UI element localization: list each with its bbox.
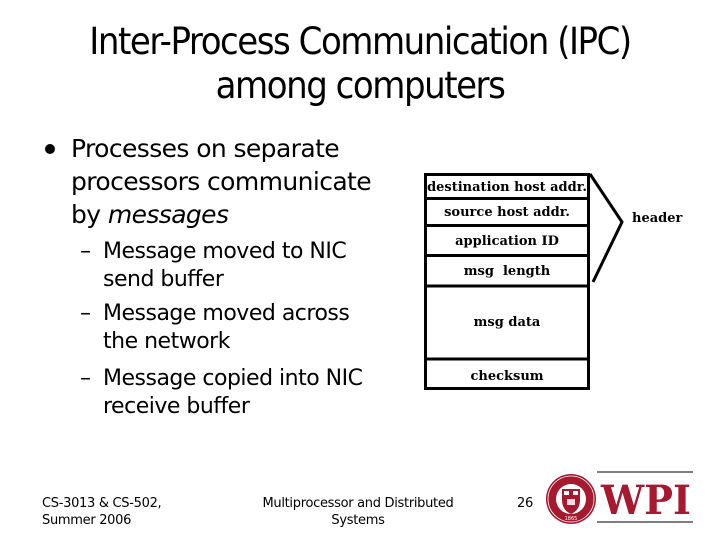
header-brace xyxy=(588,173,624,283)
footer-course: CS-3013 & CS-502, Summer 2006 xyxy=(42,495,162,529)
field-destination-host-addr: destination host addr. xyxy=(427,180,587,195)
header-label: header xyxy=(632,211,683,226)
footer-subject: Multiprocessor and Distributed Systems xyxy=(258,495,458,529)
footer-subject-line-2: Systems xyxy=(331,513,385,528)
message-format-diagram: destination host addr. source host addr.… xyxy=(424,173,693,524)
page-number: 26 xyxy=(517,496,533,511)
field-checksum: checksum xyxy=(470,369,543,384)
footer-course-line-2: Summer 2006 xyxy=(42,513,132,528)
wpi-seal-icon: 1865 xyxy=(546,474,596,524)
footer-subject-line-1: Multiprocessor and Distributed xyxy=(262,496,454,511)
wpi-wordmark: WPI xyxy=(600,477,691,524)
field-source-host-addr: source host addr. xyxy=(444,205,570,220)
field-application-id: application ID xyxy=(455,234,559,249)
field-msg-length: msg length xyxy=(464,264,551,279)
wpi-logo: 1865 WPI xyxy=(546,471,693,524)
field-msg-data: msg data xyxy=(474,315,541,330)
seal-year: 1865 xyxy=(565,516,578,522)
footer-course-line-1: CS-3013 & CS-502, xyxy=(42,496,162,511)
